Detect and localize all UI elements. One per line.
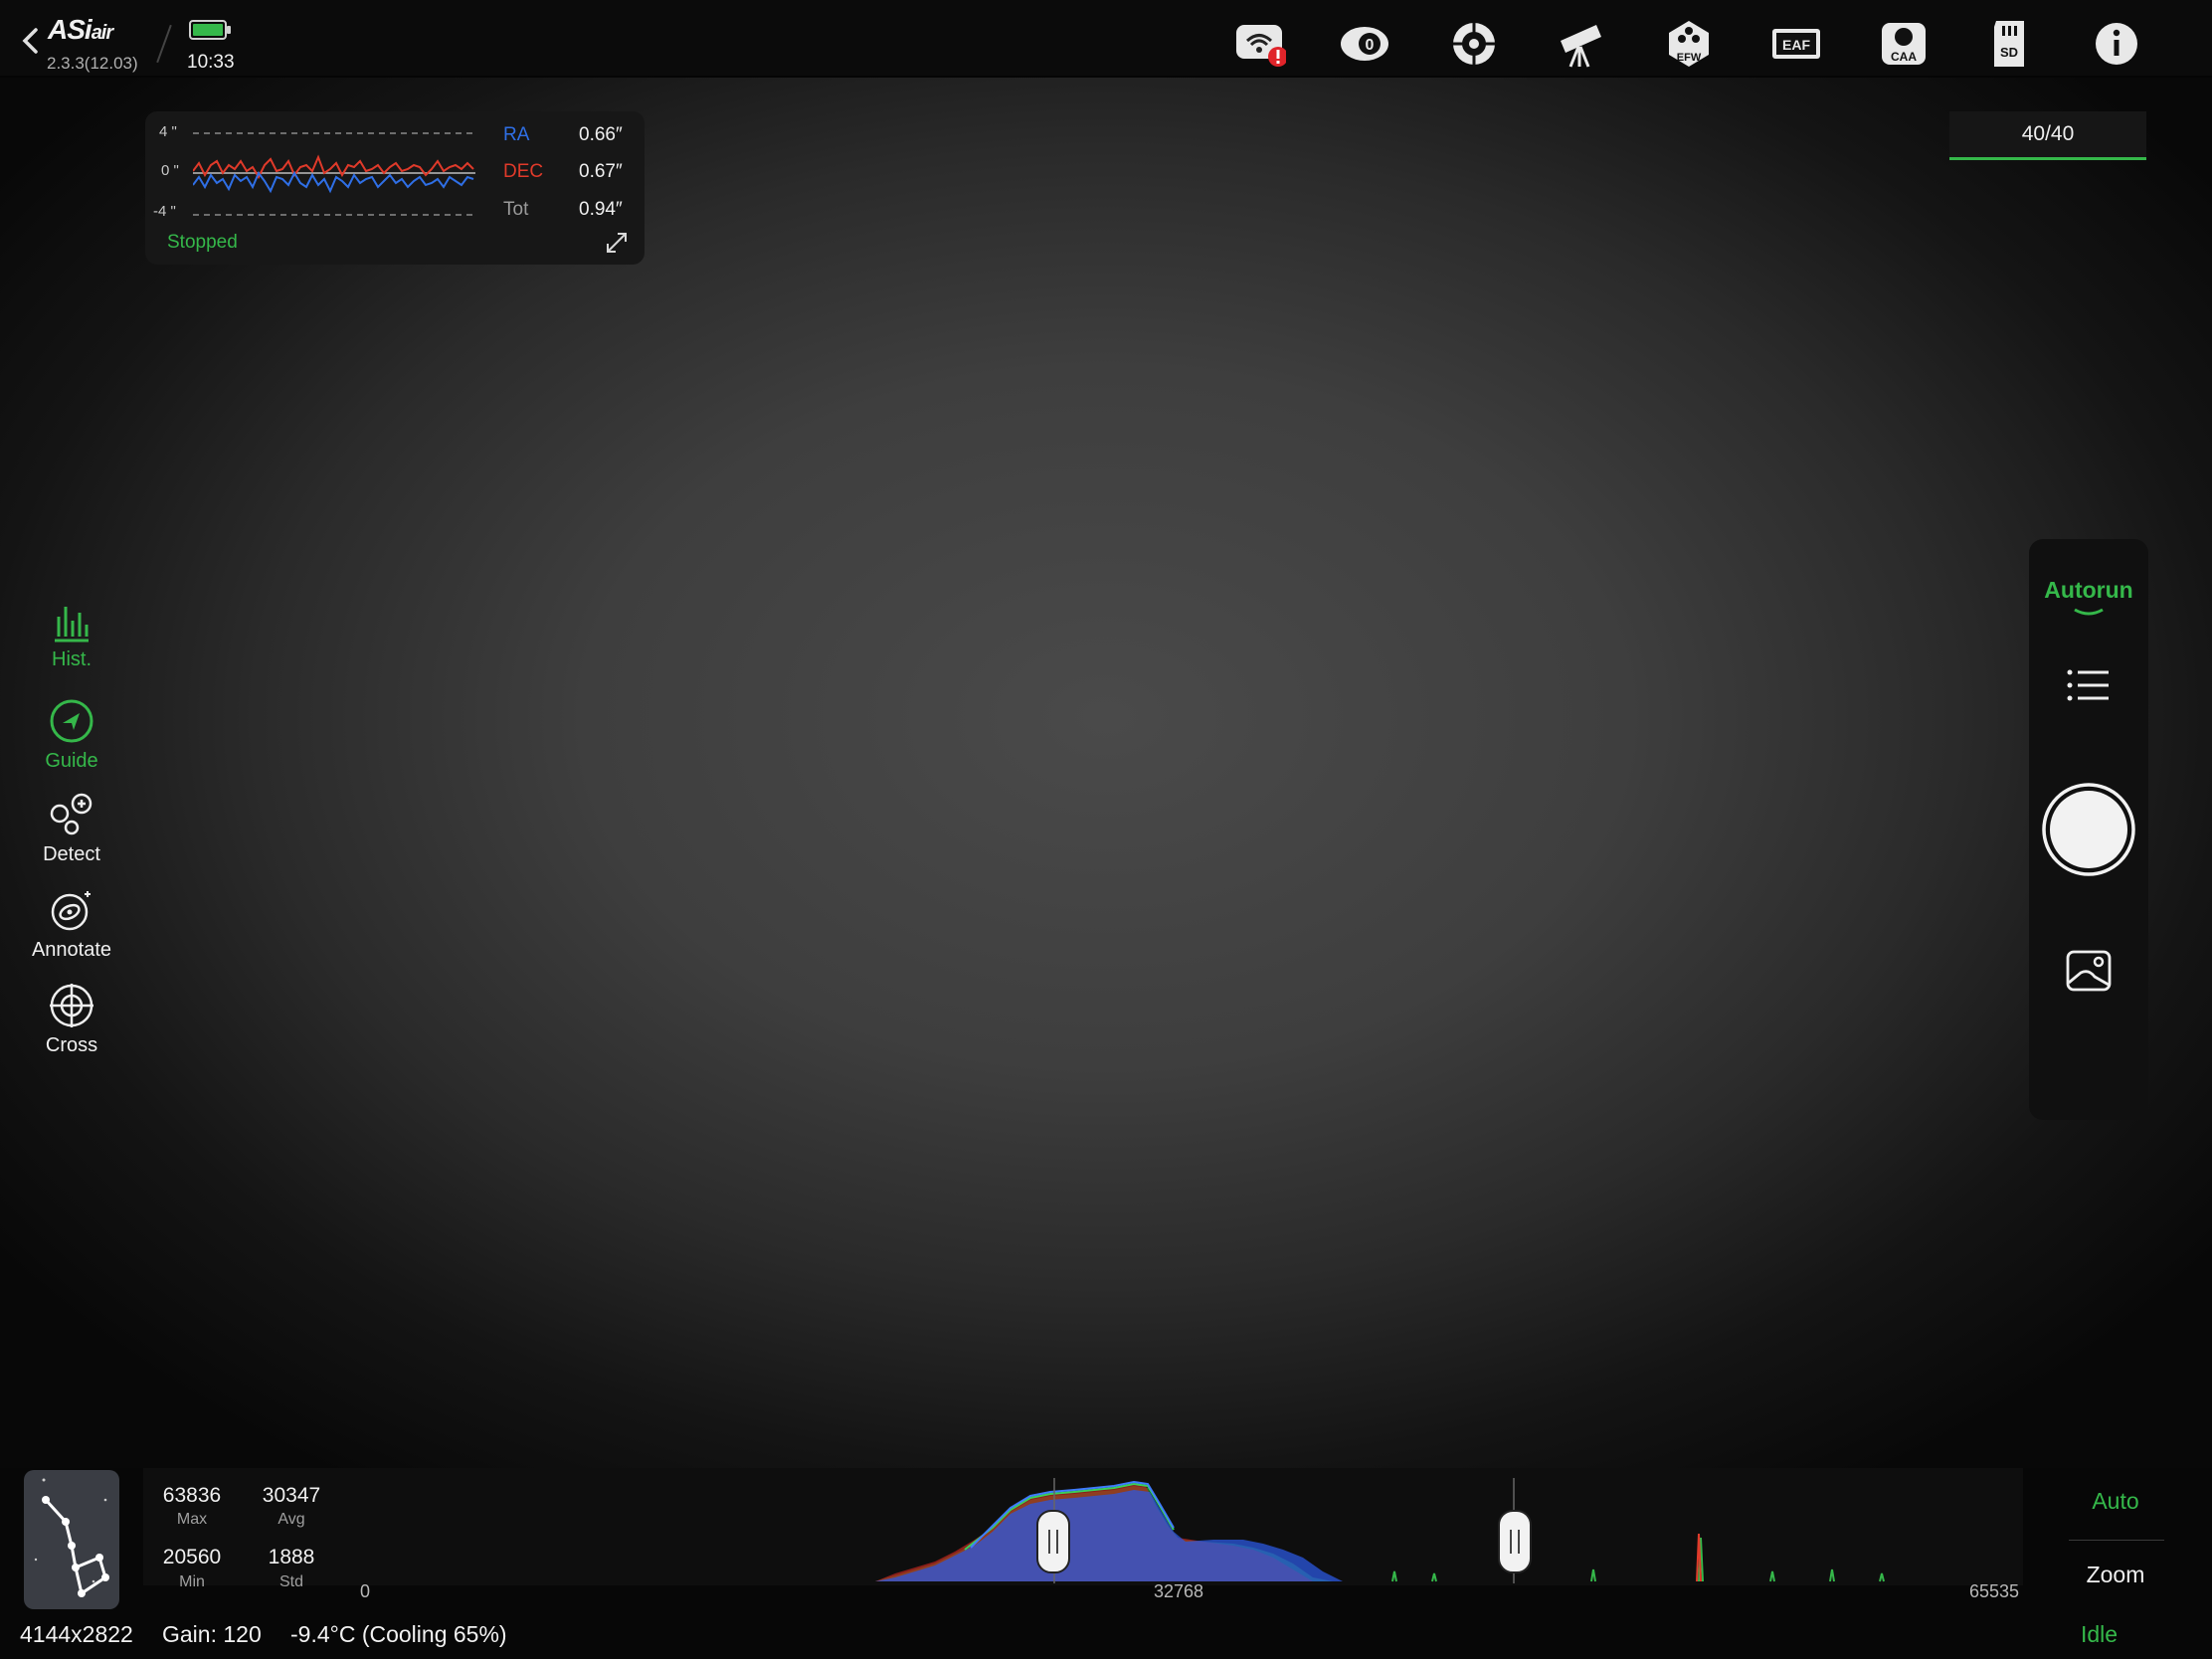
- top-bar: ASiair 2.3.3(12.03) 10:33 0 EFW EAF CAA …: [0, 0, 2212, 76]
- ra-label: RA: [503, 124, 530, 145]
- detect-tool-label: Detect: [43, 843, 100, 865]
- svg-text:CAA: CAA: [1891, 50, 1917, 64]
- capture-panel: Autorun: [2029, 539, 2148, 1120]
- dec-label: DEC: [503, 161, 544, 182]
- wifi-alert-icon[interactable]: [1231, 16, 1287, 72]
- galaxy-icon: [51, 891, 91, 931]
- stat-avg-label: Avg: [277, 1511, 305, 1528]
- stat-max: 63836: [162, 1484, 222, 1507]
- temperature-text: -9.4°C (Cooling 65%): [290, 1621, 507, 1647]
- zoom-button[interactable]: Zoom: [2071, 1562, 2160, 1588]
- annotate-tool[interactable]: Annotate: [24, 887, 119, 962]
- histogram-tool-label: Hist.: [52, 648, 92, 670]
- cross-tool-label: Cross: [45, 1034, 98, 1056]
- frame-counter: 40/40: [1949, 111, 2146, 160]
- svg-text:EAF: EAF: [1782, 37, 1810, 53]
- shutter-button[interactable]: [2041, 782, 2136, 877]
- stat-max-label: Max: [176, 1511, 208, 1528]
- battery-icon: [189, 20, 231, 40]
- tot-value: 0.94″: [579, 199, 623, 220]
- stat-min: 20560: [162, 1546, 222, 1568]
- guide-tool[interactable]: Guide: [24, 698, 119, 773]
- auto-stretch-button[interactable]: Auto: [2071, 1488, 2160, 1515]
- black-point-handle[interactable]: [1036, 1510, 1070, 1573]
- info-icon[interactable]: [2089, 16, 2144, 72]
- sd-card-icon[interactable]: SD: [1981, 16, 2037, 72]
- crosshair-icon: [50, 984, 93, 1027]
- histogram-tool[interactable]: Hist.: [24, 603, 119, 671]
- mode-label: Autorun: [2044, 577, 2133, 603]
- stat-std: 1888: [268, 1546, 315, 1568]
- gallery-icon[interactable]: [2065, 949, 2113, 998]
- svg-text:SD: SD: [2000, 45, 2018, 60]
- divider: [156, 24, 172, 64]
- app-logo: ASiair: [48, 14, 113, 45]
- constellation-icon: [34, 1478, 109, 1597]
- camera-state: Idle: [2081, 1621, 2119, 1647]
- y-tick-mid: 0 ": [161, 162, 179, 179]
- back-button[interactable]: [20, 26, 44, 56]
- svg-text:EFW: EFW: [1677, 52, 1702, 64]
- stat-min-label: Min: [179, 1573, 205, 1590]
- y-tick-top: 4 ": [159, 123, 177, 140]
- divider: [2069, 1540, 2164, 1541]
- hist-axis-max: 65535: [1969, 1581, 2020, 1601]
- expand-icon[interactable]: [605, 231, 629, 255]
- hist-axis-min: 0: [360, 1581, 371, 1601]
- guide-tool-label: Guide: [45, 750, 98, 772]
- hist-axis-mid: 32768: [1154, 1581, 1204, 1601]
- telescope-icon[interactable]: [1554, 16, 1609, 72]
- caa-icon[interactable]: CAA: [1876, 16, 1932, 72]
- star-map-button[interactable]: [24, 1470, 119, 1609]
- guide-graph: [193, 132, 475, 216]
- frame-counter-text: 40/40: [2021, 122, 2075, 145]
- annotate-tool-label: Annotate: [31, 939, 112, 961]
- chevron-down-icon: [2074, 608, 2104, 616]
- camera-icon[interactable]: 0: [1337, 16, 1392, 72]
- image-preview[interactable]: [0, 78, 2212, 1468]
- svg-text:0: 0: [1366, 37, 1375, 54]
- dec-value: 0.67″: [579, 161, 623, 182]
- detect-stars-icon: [50, 793, 92, 835]
- list-menu-icon[interactable]: [2065, 666, 2113, 706]
- clock: 10:33: [187, 52, 235, 73]
- ra-value: 0.66″: [579, 124, 623, 145]
- cross-tool[interactable]: Cross: [24, 983, 119, 1057]
- guide-status: Stopped: [167, 232, 238, 253]
- resolution-text: 4144x2822: [20, 1621, 133, 1647]
- mode-selector[interactable]: Autorun: [2029, 577, 2148, 620]
- gain-text: Gain: 120: [162, 1621, 262, 1647]
- eaf-icon[interactable]: EAF: [1768, 16, 1824, 72]
- detect-tool[interactable]: Detect: [24, 792, 119, 866]
- stat-avg: 30347: [262, 1484, 321, 1507]
- histogram-icon: [55, 607, 89, 643]
- stat-std-label: Std: [278, 1573, 303, 1590]
- y-tick-bottom: -4 ": [153, 203, 176, 220]
- guide-scope-icon[interactable]: [1446, 16, 1502, 72]
- guide-graph-panel[interactable]: 4 " 0 " -4 " RA 0.66″ DEC 0.67″ Tot 0.94…: [145, 111, 645, 265]
- app-version: 2.3.3(12.03): [47, 54, 138, 73]
- efw-icon[interactable]: EFW: [1661, 16, 1717, 72]
- guide-arrow-icon: [50, 699, 93, 743]
- white-point-handle[interactable]: [1498, 1510, 1532, 1573]
- tot-label: Tot: [503, 199, 529, 220]
